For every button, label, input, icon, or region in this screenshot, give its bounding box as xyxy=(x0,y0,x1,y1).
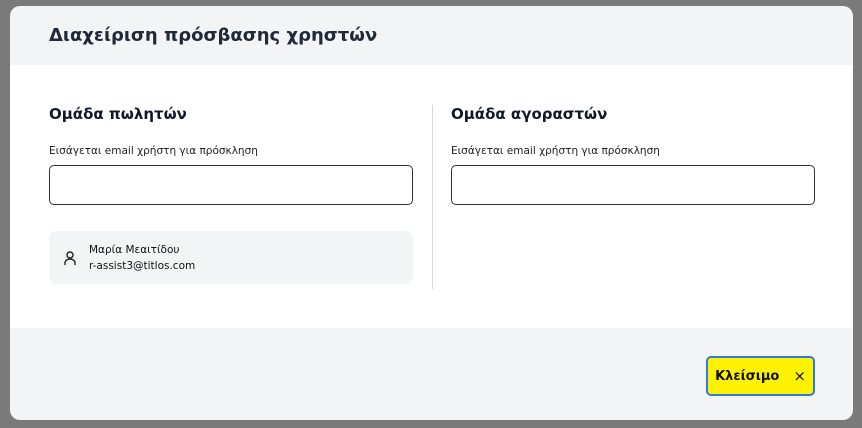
user-card: Μαρία Μεαιτίδου r-assist3@titlos.com xyxy=(49,231,413,284)
user-name: Μαρία Μεαιτίδου xyxy=(89,243,180,256)
modal-title: Διαχείριση πρόσβασης χρηστών xyxy=(49,25,378,46)
access-management-modal: Διαχείριση πρόσβασης χρηστών Ομάδα πωλητ… xyxy=(10,6,853,420)
close-button[interactable]: Κλείσιμο × xyxy=(706,356,815,396)
close-icon: × xyxy=(793,367,806,385)
user-email: r-assist3@titlos.com xyxy=(89,259,196,272)
buyers-email-input[interactable] xyxy=(451,165,815,205)
sellers-email-input[interactable] xyxy=(49,165,413,205)
buyers-heading: Ομάδα αγοραστών xyxy=(451,105,608,123)
column-divider xyxy=(432,105,433,289)
user-icon xyxy=(64,250,76,265)
buyers-group: Ομάδα αγοραστών Εισάγεται email χρήστη γ… xyxy=(451,105,815,205)
sellers-group: Ομάδα πωλητών Εισάγεται email χρήστη για… xyxy=(49,105,413,284)
modal-footer: Κλείσιμο × xyxy=(10,328,853,420)
sellers-email-label: Εισάγεται email χρήστη για πρόσκληση xyxy=(49,145,258,157)
modal-body: Ομάδα πωλητών Εισάγεται email χρήστη για… xyxy=(10,65,853,328)
buyers-email-label: Εισάγεται email χρήστη για πρόσκληση xyxy=(451,145,660,157)
modal-header: Διαχείριση πρόσβασης χρηστών xyxy=(10,6,853,65)
close-button-label: Κλείσιμο xyxy=(715,368,780,384)
sellers-heading: Ομάδα πωλητών xyxy=(49,105,187,123)
